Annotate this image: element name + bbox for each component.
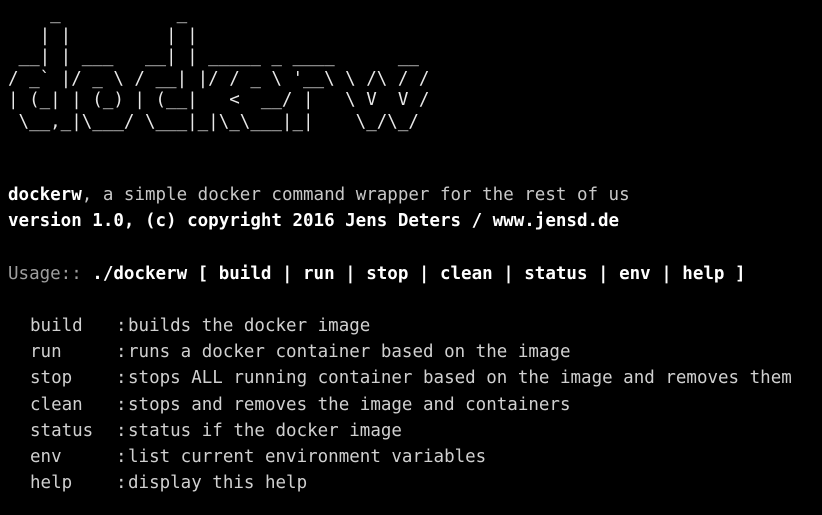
help-row-clean: clean:stops and removes the image and co… [30, 392, 792, 418]
help-separator: : [116, 473, 127, 494]
usage-prefix: Usage:: [8, 264, 93, 284]
help-description: status if the docker image [128, 420, 402, 441]
help-command: build [30, 316, 83, 336]
terminal-window[interactable]: _ _ | | | | __| | ___ __| | _____ _ ____… [0, 0, 822, 515]
help-description: builds the docker image [128, 316, 371, 336]
help-row-build: build:builds the docker image [30, 313, 792, 339]
help-row-stop: stop:stops ALL running container based o… [30, 365, 792, 391]
help-row-status: status:status if the docker image [30, 418, 792, 444]
help-separator: : [116, 394, 127, 415]
help-description: list current environment variables [128, 446, 487, 467]
help-row-env: env:list current environment variables [30, 444, 792, 470]
usage-line: Usage:: ./dockerw [ build | run | stop |… [8, 261, 746, 287]
version-line: version 1.0, (c) copyright 2016 Jens Det… [8, 211, 620, 231]
intro-line: dockerw, a simple docker command wrapper… [8, 182, 630, 208]
ascii-logo: _ _ | | | | __| | ___ __| | _____ _ ____… [8, 4, 430, 132]
help-table: build:builds the docker image run:runs a… [30, 313, 792, 496]
help-separator: : [116, 342, 127, 363]
help-row-help: help:display this help [30, 470, 792, 496]
help-description: stops and removes the image and containe… [128, 394, 571, 415]
help-command: clean [30, 394, 83, 415]
help-description: runs a docker container based on the ima… [128, 342, 571, 363]
help-separator: : [116, 316, 127, 336]
app-tagline: , a simple docker command wrapper for th… [81, 185, 630, 205]
help-separator: : [116, 420, 127, 441]
app-name: dockerw [8, 185, 82, 205]
help-command: status [30, 420, 94, 441]
help-separator: : [116, 446, 127, 467]
help-command: help [30, 473, 73, 494]
help-command: env [30, 446, 62, 467]
help-command: stop [30, 368, 73, 389]
help-row-run: run:runs a docker container based on the… [30, 339, 792, 365]
help-command: run [30, 342, 62, 363]
help-description: display this help [128, 473, 308, 494]
help-separator: : [116, 368, 127, 389]
help-description: stops ALL running container based on the… [128, 368, 792, 389]
usage-command: ./dockerw [ build | run | stop | clean |… [92, 264, 746, 284]
